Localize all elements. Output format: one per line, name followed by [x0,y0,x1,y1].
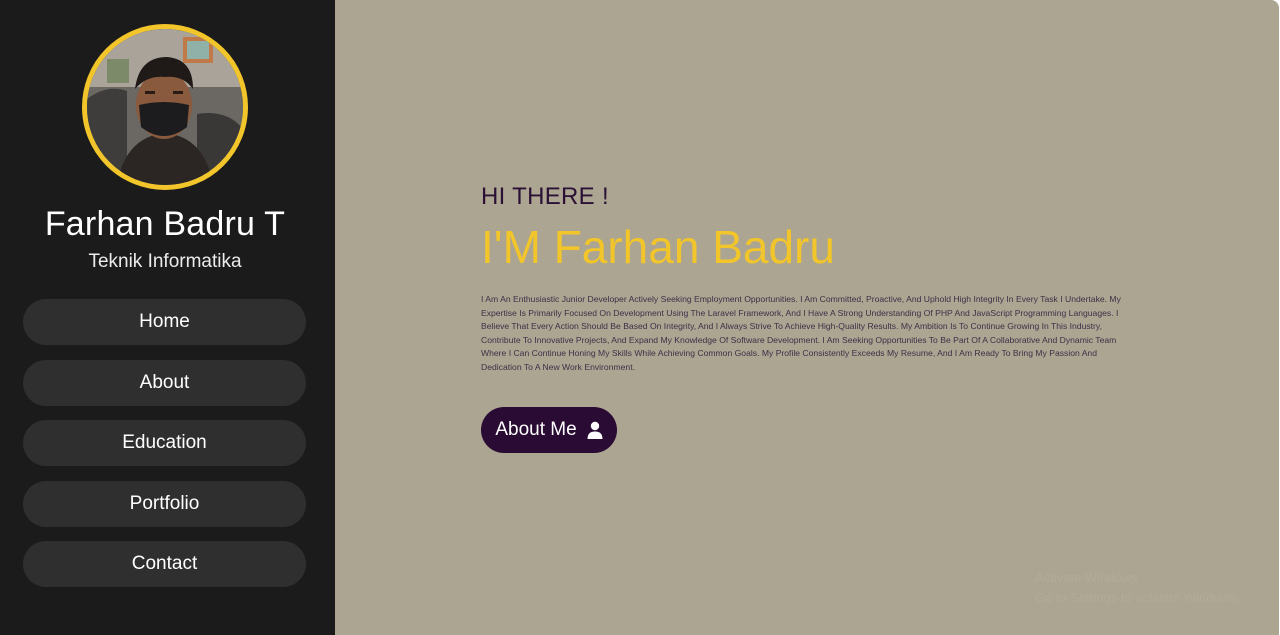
profile-name: Farhan Badru T [44,205,286,243]
nav-home-button[interactable]: Home [23,299,306,345]
hero-greeting: HI THERE ! [481,183,609,210]
about-me-button-label: About Me [495,419,577,440]
profile-photo [87,29,243,185]
hero-headline: I'M Farhan Badru [481,221,835,273]
nav-contact-button[interactable]: Contact [23,541,306,587]
about-me-button[interactable]: About Me [481,407,617,453]
user-icon [587,421,603,439]
profile-major: Teknik Informatika [88,251,242,272]
main-content: HI THERE ! I'M Farhan Badru I Am An Enth… [335,0,1279,635]
activation-watermark: Activate Windows Go to Settings to activ… [1035,568,1240,608]
nav-education-button[interactable]: Education [23,420,306,466]
hero-bio: I Am An Enthusiastic Junior Developer Ac… [481,294,1121,372]
nav-about-button[interactable]: About [23,360,306,406]
avatar [82,24,248,190]
sidebar: Farhan Badru T Teknik Informatika Home A… [0,0,335,635]
nav-portfolio-button[interactable]: Portfolio [23,481,306,527]
watermark-line-1: Activate Windows [1035,570,1138,585]
watermark-line-2: Go to Settings to activate Windows. [1035,590,1241,605]
